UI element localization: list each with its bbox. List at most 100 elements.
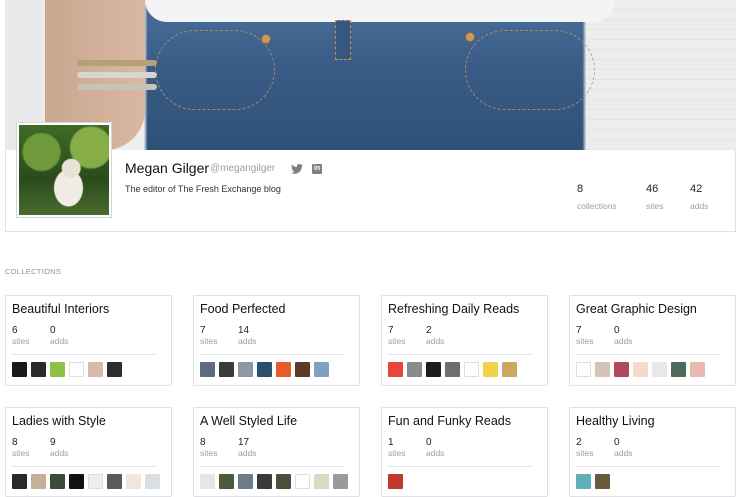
site-favicon-icon[interactable] [145,474,160,489]
profile-bio: The editor of The Fresh Exchange blog [125,184,281,194]
site-favicon-icon[interactable] [314,474,329,489]
profile-name: Megan Gilger [125,160,210,176]
adds-count: 17 [238,437,250,448]
collection-card[interactable]: Healthy Living 2 0 sites adds [569,407,736,497]
site-favicon-icon[interactable] [238,362,253,377]
adds-label: adds [50,336,69,346]
site-favicon-icon[interactable] [69,474,84,489]
site-favicon-icon[interactable] [595,474,610,489]
sites-count: 2 [576,437,582,448]
site-favicon-icon[interactable] [88,474,103,489]
adds-label: adds [238,448,257,458]
site-favicon-icon[interactable] [407,362,422,377]
site-favicon-icon[interactable] [257,362,272,377]
site-favicon-icon[interactable] [483,362,498,377]
collection-card[interactable]: Food Perfected 7 14 sites adds [193,295,360,386]
site-favicon-icon[interactable] [200,474,215,489]
stat-adds[interactable]: 42 adds [690,183,708,211]
site-favicon-icon[interactable] [31,474,46,489]
site-favicon-icon[interactable] [107,362,122,377]
site-favicon-icon[interactable] [276,474,291,489]
twitter-icon[interactable] [291,164,303,174]
adds-count: 0 [614,437,620,448]
sites-label: sites [388,336,406,346]
site-favicon-icon[interactable] [576,474,591,489]
site-favicon-icon[interactable] [12,474,27,489]
site-favicon-icon[interactable] [633,362,648,377]
cover-bracelet [77,60,157,66]
collection-title[interactable]: Ladies with Style [12,414,106,428]
sites-count: 7 [200,325,206,336]
site-icons [576,362,705,378]
site-favicon-icon[interactable] [219,474,234,489]
collection-title[interactable]: Great Graphic Design [576,302,697,316]
site-favicon-icon[interactable] [257,474,272,489]
cover-stitching [465,30,595,110]
collection-title[interactable]: Fun and Funky Reads [388,414,511,428]
site-icons [200,362,329,378]
profile-handle[interactable]: @megangilger [210,163,275,174]
adds-count: 0 [614,325,620,336]
sites-label: sites [200,336,218,346]
site-favicon-icon[interactable] [388,474,403,489]
site-favicon-icon[interactable] [576,362,591,377]
site-favicon-icon[interactable] [295,362,310,377]
sites-count: 8 [200,437,206,448]
stat-value: 46 [646,183,659,195]
site-favicon-icon[interactable] [652,362,667,377]
site-favicon-icon[interactable] [671,362,686,377]
site-favicon-icon[interactable] [12,362,27,377]
cover-shirt [145,0,615,22]
cover-rivet [465,32,475,42]
stat-sites[interactable]: 46 sites [646,183,663,211]
site-favicon-icon[interactable] [50,362,65,377]
collection-card[interactable]: Refreshing Daily Reads 7 2 sites adds [381,295,548,386]
site-favicon-icon[interactable] [295,474,310,489]
site-favicon-icon[interactable] [88,362,103,377]
site-favicon-icon[interactable] [464,362,479,377]
site-favicon-icon[interactable] [219,362,234,377]
sites-count: 1 [388,437,394,448]
site-favicon-icon[interactable] [69,362,84,377]
site-favicon-icon[interactable] [502,362,517,377]
site-favicon-icon[interactable] [200,362,215,377]
collection-card[interactable]: Great Graphic Design 7 0 sites adds [569,295,736,386]
site-favicon-icon[interactable] [445,362,460,377]
collection-card[interactable]: Ladies with Style 8 9 sites adds [5,407,172,497]
site-favicon-icon[interactable] [426,362,441,377]
site-favicon-icon[interactable] [388,362,403,377]
collection-title[interactable]: Refreshing Daily Reads [388,302,519,316]
sites-label: sites [388,448,406,458]
collection-title[interactable]: A Well Styled Life [200,414,297,428]
site-favicon-icon[interactable] [614,362,629,377]
adds-count: 0 [50,325,56,336]
sites-label: sites [576,448,594,458]
cover-bracelet [77,72,157,78]
site-favicon-icon[interactable] [276,362,291,377]
cover-image [5,0,736,150]
cover-wall [586,0,736,150]
site-icons [576,474,610,490]
site-favicon-icon[interactable] [238,474,253,489]
stat-collections[interactable]: 8 collections [577,183,617,211]
site-favicon-icon[interactable] [50,474,65,489]
collection-title[interactable]: Beautiful Interiors [12,302,109,316]
linkedin-icon[interactable]: in [312,164,322,174]
site-favicon-icon[interactable] [314,362,329,377]
collection-title[interactable]: Healthy Living [576,414,655,428]
site-favicon-icon[interactable] [107,474,122,489]
stat-label: adds [690,201,709,211]
site-favicon-icon[interactable] [595,362,610,377]
site-favicon-icon[interactable] [31,362,46,377]
collection-card[interactable]: A Well Styled Life 8 17 sites adds [193,407,360,497]
site-favicon-icon[interactable] [690,362,705,377]
divider [12,466,157,467]
divider [576,354,721,355]
collection-card[interactable]: Fun and Funky Reads 1 0 sites adds [381,407,548,497]
collection-card[interactable]: Beautiful Interiors 6 0 sites adds [5,295,172,386]
site-favicon-icon[interactable] [126,474,141,489]
site-favicon-icon[interactable] [333,474,348,489]
collection-title[interactable]: Food Perfected [200,302,285,316]
stat-label: sites [646,201,664,211]
divider [388,466,533,467]
